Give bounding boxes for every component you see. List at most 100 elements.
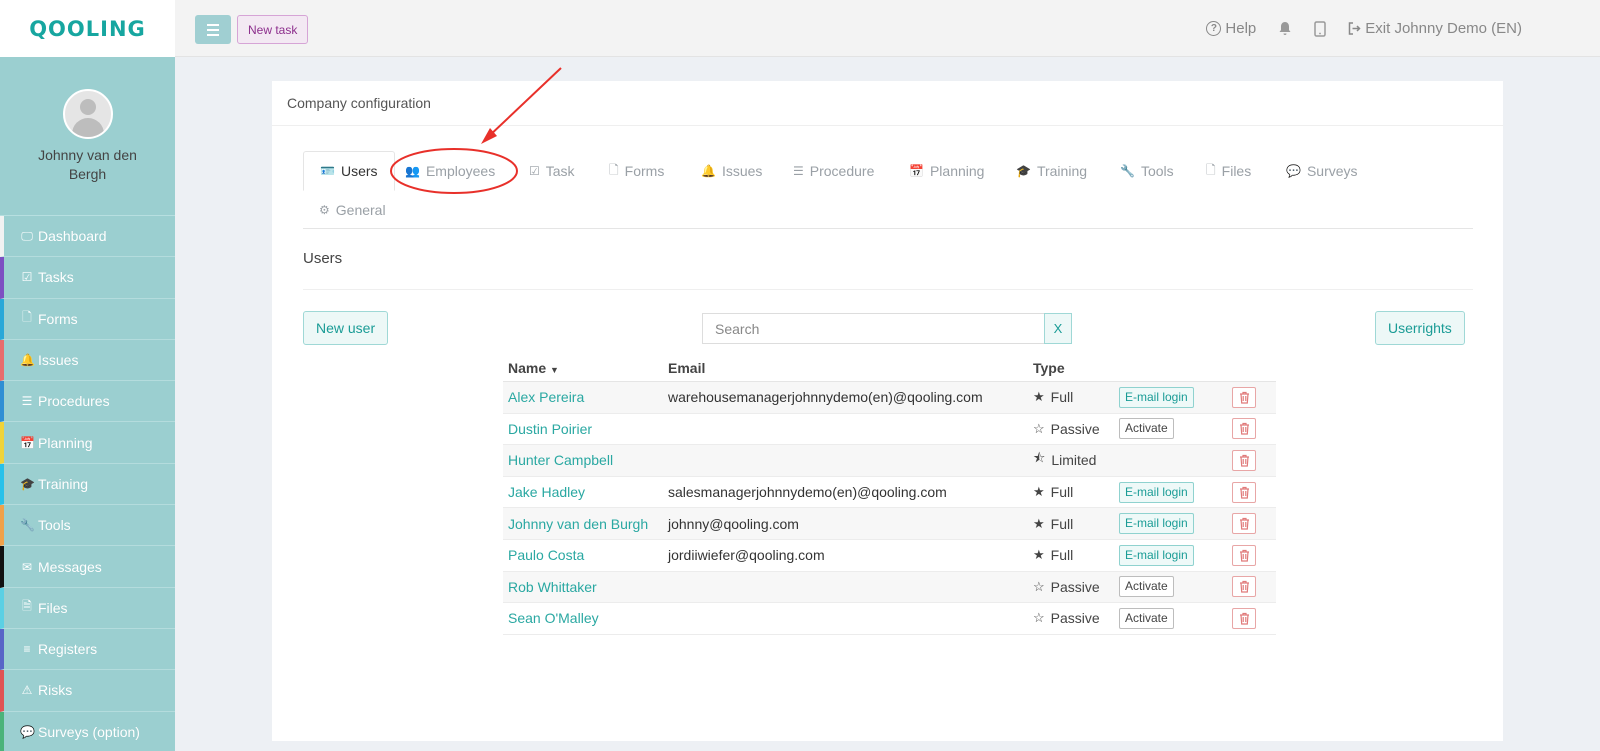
email-login-button[interactable]: E-mail login	[1119, 386, 1194, 408]
activate-button[interactable]: Activate	[1119, 576, 1174, 598]
sidebar-item-issues[interactable]: 🔔 Issues	[0, 339, 175, 382]
device-button[interactable]	[1314, 20, 1327, 37]
tab-surveys[interactable]: 💬 Surveys	[1270, 151, 1374, 191]
tab-employees[interactable]: 👥 Employees	[389, 151, 511, 191]
sidebar-item-label: Registers	[38, 641, 98, 658]
sidebar-item-label: Procedures	[38, 393, 110, 410]
delete-user-button[interactable]	[1232, 481, 1256, 503]
envelope-icon: ✉	[21, 559, 33, 574]
new-task-button[interactable]: New task	[237, 15, 309, 44]
hamburger-menu-button[interactable]	[195, 15, 231, 44]
bars-icon: ≡	[23, 642, 31, 657]
user-type: Full	[1050, 515, 1074, 532]
warning-icon: ⚠	[21, 683, 33, 698]
id-card-icon: 🪪	[320, 164, 335, 178]
user-name-link[interactable]: Sean O'Malley	[508, 610, 599, 626]
file-icon: 🗋	[22, 310, 32, 325]
clear-search-button[interactable]: X	[1044, 313, 1072, 344]
email-login-button[interactable]: E-mail login	[1119, 544, 1194, 566]
gear-icon: ⚙	[319, 203, 330, 217]
user-type: Limited	[1051, 452, 1097, 469]
delete-user-button[interactable]	[1232, 449, 1256, 471]
email-login-button[interactable]: E-mail login	[1119, 481, 1194, 503]
tab-task[interactable]: ☑ Task	[513, 151, 591, 191]
users-icon: 👥	[405, 164, 420, 178]
tab-issues[interactable]: 🔔 Issues	[685, 151, 778, 191]
sidebar-item-planning[interactable]: 📅 Planning	[0, 422, 175, 464]
company-configuration-card: Company configuration 🪪 Users 👥 Employees ☑ T…	[272, 81, 1503, 741]
sidebar-item-surveys-option[interactable]: 💬 Surveys (option)	[0, 711, 175, 751]
trash-icon	[1239, 612, 1249, 625]
tab-files[interactable]: 🗋 Files	[1190, 151, 1267, 191]
sidebar-item-registers[interactable]: ≡ Registers	[0, 628, 175, 671]
top-bar: New task ? Help Exit Johnny Demo (EN)	[175, 0, 1600, 57]
delete-user-button[interactable]	[1232, 386, 1256, 408]
tablet-icon	[1314, 20, 1327, 37]
tab-label: Users	[340, 163, 378, 179]
user-name-link[interactable]: Hunter Campbell	[508, 452, 613, 468]
search-input[interactable]	[702, 313, 1044, 344]
trash-icon	[1239, 486, 1249, 499]
sidebar-item-label: Tasks	[38, 269, 74, 286]
sidebar-item-training[interactable]: 🎓 Training	[0, 463, 175, 506]
file-icon: 🗋	[609, 162, 619, 177]
user-name-link[interactable]: Paulo Costa	[508, 547, 584, 563]
sidebar-item-files[interactable]: 🗎 Files	[0, 587, 175, 629]
sidebar-item-tasks[interactable]: ☑ Tasks	[0, 257, 175, 299]
sidebar-item-label: Surveys (option)	[38, 723, 140, 740]
sidebar-item-risks[interactable]: ⚠ Risks	[0, 670, 175, 712]
half-star-icon: ⯪	[1033, 450, 1046, 466]
sort-caret-icon: ▼	[550, 364, 559, 375]
tab-general[interactable]: ⚙ General	[303, 190, 402, 230]
trash-icon	[1239, 581, 1249, 593]
tab-procedure[interactable]: ☰ Procedure	[777, 151, 890, 191]
calendar-icon: 📅	[909, 164, 924, 178]
user-name-link[interactable]: Johnny van den Burgh	[508, 516, 648, 532]
user-type: Full	[1050, 389, 1074, 406]
table-row: Johnny van den Burgh johnny@qooling.com ★ F…	[503, 508, 1276, 540]
activate-button[interactable]: Activate	[1119, 607, 1174, 629]
exit-demo-link[interactable]: Exit Johnny Demo (EN)	[1348, 20, 1522, 37]
activate-button[interactable]: Activate	[1119, 418, 1174, 440]
logo-area[interactable]: QOOLING	[0, 0, 175, 57]
user-name-link[interactable]: Rob Whittaker	[508, 579, 597, 595]
list-icon: ☰	[793, 164, 804, 178]
delete-user-button[interactable]	[1232, 513, 1256, 535]
sidebar-item-label: Tools	[38, 517, 71, 534]
delete-user-button[interactable]	[1232, 607, 1256, 629]
sidebar-item-procedures[interactable]: ☰ Procedures	[0, 381, 175, 423]
delete-user-button[interactable]	[1232, 544, 1256, 566]
delete-user-button[interactable]	[1232, 418, 1256, 440]
help-link[interactable]: ? Help	[1206, 20, 1256, 37]
sidebar-item-tools[interactable]: 🔧 Tools	[0, 505, 175, 547]
tab-training[interactable]: 🎓 Training	[1000, 151, 1103, 191]
table-header: Name ▼ Email Type	[503, 354, 1276, 382]
avatar[interactable]	[62, 89, 113, 139]
tab-label: Surveys	[1306, 163, 1358, 179]
userrights-button[interactable]: Userrights	[1375, 311, 1465, 345]
tab-label: Files	[1221, 163, 1252, 179]
profile-name: Johnny van den Bergh	[38, 147, 137, 182]
sidebar-item-messages[interactable]: ✉ Messages	[0, 546, 175, 588]
sidebar-item-label: Planning	[38, 434, 93, 451]
name-column-header[interactable]: Name ▼	[503, 360, 668, 376]
user-name-link[interactable]: Alex Pereira	[508, 389, 584, 405]
email-login-button[interactable]: E-mail login	[1119, 513, 1194, 535]
user-name-link[interactable]: Dustin Poirier	[508, 421, 592, 437]
tab-users[interactable]: 🪪 Users	[303, 151, 395, 191]
delete-user-button[interactable]	[1232, 576, 1256, 598]
table-row: Alex Pereira warehousemanagerjohnnydemo(e…	[503, 382, 1276, 414]
user-email: warehousemanagerjohnnydemo(en)@qooling.c…	[668, 389, 983, 406]
qooling-logo[interactable]: QOOLING	[29, 17, 146, 41]
sidebar-item-dashboard[interactable]: 🖵 Dashboard	[0, 216, 175, 258]
tab-tools[interactable]: 🔧 Tools	[1104, 151, 1190, 191]
tab-planning[interactable]: 📅 Planning	[893, 151, 1000, 191]
type-column-header: Type	[1033, 359, 1065, 376]
notifications-button[interactable]	[1278, 21, 1292, 36]
new-user-button[interactable]: New user	[303, 311, 389, 345]
tab-forms[interactable]: 🗋 Forms	[593, 151, 680, 191]
sidebar-item-forms[interactable]: 🗋 Forms	[0, 298, 175, 340]
tab-label: Training	[1036, 163, 1088, 179]
question-circle-icon: ?	[1206, 21, 1222, 36]
user-name-link[interactable]: Jake Hadley	[508, 484, 585, 500]
